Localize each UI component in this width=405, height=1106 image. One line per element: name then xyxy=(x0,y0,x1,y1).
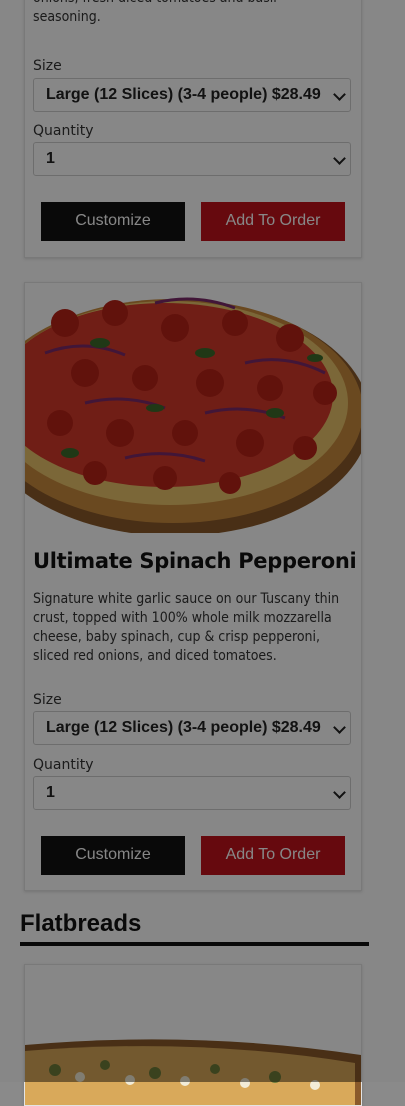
section-title: Flatbreads xyxy=(20,910,142,937)
menu-page: onions, fresh diced tomatoes and basil s… xyxy=(0,0,405,1106)
section-heading: Flatbreads xyxy=(20,910,369,946)
quantity-label: Quantity xyxy=(33,757,94,773)
chevron-down-icon xyxy=(333,88,346,101)
quantity-select-value: 1 xyxy=(46,784,55,801)
chevron-down-icon xyxy=(333,786,346,799)
add-to-order-button[interactable]: Add To Order xyxy=(201,836,345,875)
item-description: Signature white garlic sauce on our Tusc… xyxy=(33,591,340,664)
quantity-label: Quantity xyxy=(33,123,94,139)
size-select[interactable]: Large (12 Slices) (3-4 people) $28.49 xyxy=(33,78,351,112)
quantity-select-value: 1 xyxy=(46,150,55,167)
add-to-order-button[interactable]: Add To Order xyxy=(201,202,345,241)
size-select[interactable]: Large (12 Slices) (3-4 people) $28.49 xyxy=(33,711,351,745)
customize-button[interactable]: Customize xyxy=(41,202,185,241)
menu-item-card xyxy=(24,964,362,1106)
chevron-down-icon xyxy=(333,152,346,165)
quantity-select[interactable]: 1 xyxy=(33,142,351,176)
item-description: onions, fresh diced tomatoes and basil s… xyxy=(33,0,277,25)
size-label: Size xyxy=(33,58,62,74)
size-select-value: Large (12 Slices) (3-4 people) $28.49 xyxy=(46,86,321,103)
quantity-select[interactable]: 1 xyxy=(33,776,351,810)
size-select-value: Large (12 Slices) (3-4 people) $28.49 xyxy=(46,719,321,736)
chevron-down-icon xyxy=(333,721,346,734)
customize-button[interactable]: Customize xyxy=(41,836,185,875)
size-label: Size xyxy=(33,692,62,708)
flatbread-image xyxy=(25,1025,361,1105)
menu-item-card: Ultimate Spinach Pepperoni Signature whi… xyxy=(24,282,362,891)
item-title: Ultimate Spinach Pepperoni xyxy=(33,549,357,573)
pizza-image xyxy=(25,283,361,533)
menu-item-card: onions, fresh diced tomatoes and basil s… xyxy=(24,0,362,258)
